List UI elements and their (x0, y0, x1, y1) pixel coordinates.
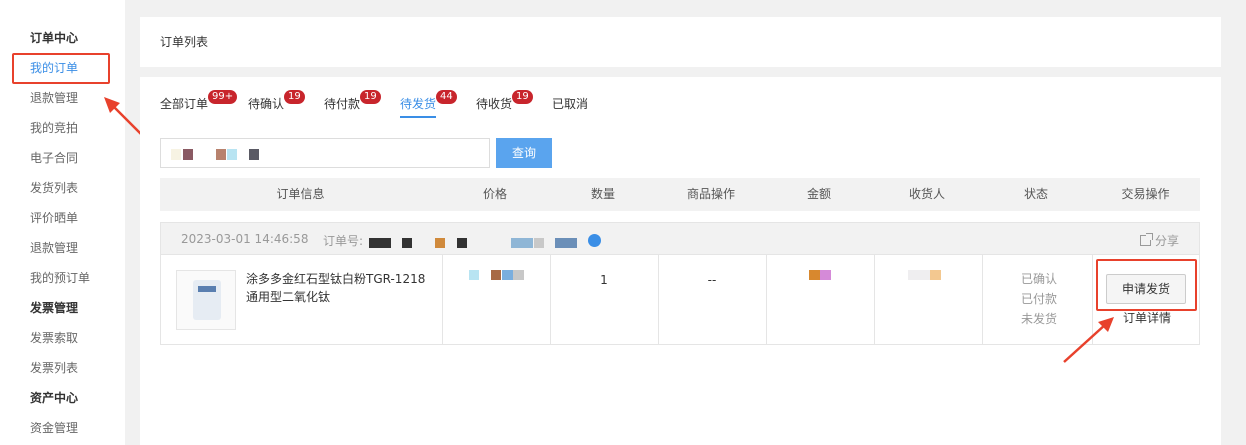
tab-pending-payment[interactable]: 待付款 19 (324, 90, 381, 118)
redacted-mark (820, 270, 831, 280)
share-link[interactable]: 分享 (1139, 232, 1179, 249)
share-icon (1139, 233, 1153, 246)
redacted-mark (369, 238, 391, 248)
annotation-arrow-right (1063, 317, 1114, 363)
tab-pending-confirm[interactable]: 待确认 19 (248, 90, 305, 118)
sidebar-item-my-auctions[interactable]: 我的竞拍 (30, 118, 78, 138)
column-header: 价格 (482, 187, 507, 201)
product-bag-image (193, 280, 221, 320)
tab-label: 已取消 (552, 97, 589, 111)
sidebar-group-assets: 资产中心 (30, 391, 79, 405)
annotation-highlight-box (1096, 259, 1197, 311)
tab-badge: 19 (284, 90, 305, 104)
redacted-mark (502, 270, 513, 280)
sidebar-item-e-contract[interactable]: 电子合同 (30, 148, 78, 168)
redacted-mark (216, 149, 226, 160)
redacted-mark (511, 238, 533, 248)
column-header: 状态 (1023, 187, 1048, 201)
redacted-mark (183, 149, 193, 160)
sidebar-group-invoice: 发票管理 (30, 301, 79, 315)
share-label: 分享 (1154, 234, 1179, 248)
sidebar-item-shipping-list[interactable]: 发货列表 (30, 178, 78, 198)
column-header: 收货人 (908, 187, 945, 201)
redacted-mark (249, 149, 259, 160)
status-confirmed: 已确认 (1020, 272, 1057, 286)
redacted-mark (227, 149, 237, 160)
redacted-mark (513, 270, 524, 280)
order-row: 2023-03-01 14:46:58 订单号: 分享 涂多多金红石型钛白粉TG… (160, 222, 1200, 345)
sidebar-item-refund-management-2[interactable]: 退款管理 (30, 238, 78, 258)
tab-label: 待确认 (248, 97, 285, 111)
product-thumbnail[interactable] (176, 270, 236, 330)
sidebar: 订单中心 我的订单 退款管理 我的竞拍 电子合同 发货列表 评价晒单 退款管理 … (0, 0, 125, 445)
redacted-mark (930, 270, 941, 280)
redacted-mark (171, 149, 181, 160)
tab-badge: 19 (360, 90, 381, 104)
column-header: 数量 (590, 187, 615, 201)
header-panel: 订单列表 (140, 17, 1221, 67)
table-header: 订单信息 价格 数量 商品操作 金额 收货人 状态 交易操作 (160, 178, 1200, 211)
cell-divider (442, 255, 443, 344)
sidebar-item-invoice-list[interactable]: 发票列表 (30, 358, 78, 378)
sidebar-item-reviews[interactable]: 评价晒单 (30, 208, 78, 228)
redacted-mark (555, 238, 577, 248)
search-button[interactable]: 查询 (496, 138, 552, 168)
tab-label: 待发货 (400, 97, 437, 111)
sidebar-item-my-preorders[interactable]: 我的预订单 (30, 268, 90, 288)
tab-badge: 44 (436, 90, 457, 104)
redacted-mark (469, 270, 479, 280)
tab-badge: 19 (512, 90, 533, 104)
status-paid: 已付款 (1020, 292, 1057, 306)
quantity-value: 1 (600, 273, 608, 287)
search-input[interactable] (160, 138, 490, 168)
order-time: 2023-03-01 14:46:58 (181, 232, 309, 246)
column-header: 商品操作 (686, 187, 735, 201)
sidebar-item-fund-management[interactable]: 资金管理 (30, 418, 78, 438)
redacted-mark (491, 270, 501, 280)
sidebar-group-order-center: 订单中心 (30, 31, 79, 45)
content-panel: 全部订单 99+ 待确认 19 待付款 19 待发货 44 待收货 19 已取消 (140, 77, 1221, 445)
sidebar-item-refund-management[interactable]: 退款管理 (30, 88, 78, 108)
order-header: 2023-03-01 14:46:58 订单号: 分享 (161, 223, 1199, 255)
column-header: 交易操作 (1121, 187, 1170, 201)
cell-divider (658, 255, 659, 344)
redacted-mark (534, 238, 544, 248)
redacted-mark (435, 238, 445, 248)
redacted-mark (809, 270, 820, 280)
tab-pending-receipt[interactable]: 待收货 19 (476, 90, 533, 118)
tab-label: 全部订单 (160, 97, 209, 111)
cell-divider (874, 255, 875, 344)
redacted-mark (457, 238, 467, 248)
tab-badge: 99+ (208, 90, 238, 104)
product-name[interactable]: 涂多多金红石型钛白粉TGR-1218通用型二氧化钛 (246, 270, 436, 306)
page-title: 订单列表 (160, 35, 209, 49)
tab-label: 待收货 (476, 97, 513, 111)
smile-icon (588, 234, 601, 247)
product-operation: -- (707, 273, 717, 287)
tab-pending-shipment[interactable]: 待发货 44 (400, 90, 457, 118)
column-header: 金额 (806, 187, 831, 201)
redacted-mark (908, 270, 930, 280)
cell-divider (766, 255, 767, 344)
order-number-label: 订单号: (323, 234, 364, 248)
column-header: 订单信息 (276, 187, 325, 201)
cell-divider (550, 255, 551, 344)
tab-all-orders[interactable]: 全部订单 99+ (160, 90, 238, 118)
main-area: 订单列表 全部订单 99+ 待确认 19 待付款 19 待发货 44 待收货 1… (140, 0, 1221, 445)
redacted-mark (402, 238, 412, 248)
annotation-highlight-box (12, 53, 110, 84)
sidebar-item-invoice-request[interactable]: 发票索取 (30, 328, 78, 348)
cell-divider (982, 255, 983, 344)
tab-cancelled[interactable]: 已取消 (552, 96, 588, 118)
tab-label: 待付款 (324, 97, 361, 111)
